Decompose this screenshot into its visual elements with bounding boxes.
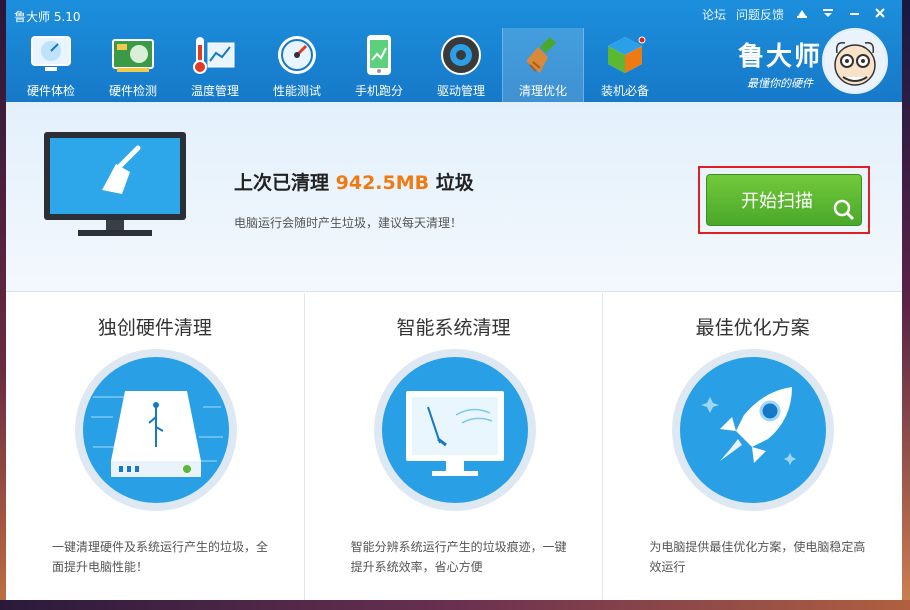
card-illustration xyxy=(672,349,835,511)
nav-item-hardware-detect[interactable]: 硬件检测 xyxy=(92,28,174,102)
avatar[interactable] xyxy=(822,28,888,94)
rocket-icon xyxy=(701,387,797,465)
brand-slogan: 最懂你的硬件 xyxy=(746,77,813,90)
header-bar: 鲁大师 5.10 论坛 问题反馈 硬件体检 硬件检测 温度管理 性能测试 手机跑… xyxy=(6,0,902,102)
hard-drive-usb-icon xyxy=(91,391,223,477)
main-nav: 硬件体检 硬件检测 温度管理 性能测试 手机跑分 驱动管理 清理优化 装机必备 xyxy=(10,28,666,102)
feature-card-system: 智能系统清理 智能分辨系统运行产生的垃圾痕迹，一键提升系统效率，省心方便 xyxy=(305,293,604,600)
last-cleanup-title: 上次已清理 942.5MB 垃圾 xyxy=(234,168,474,195)
card-description: 为电脑提供最佳优化方案，使电脑稳定高效运行 xyxy=(649,540,866,574)
cleanup-tip: 电脑运行会随时产生垃圾，建议每天清理！ xyxy=(234,216,463,230)
monitor-sweep-icon xyxy=(405,391,504,476)
cleaned-size: 942.5MB xyxy=(335,172,430,194)
minimize-icon[interactable] xyxy=(846,7,862,23)
card-illustration xyxy=(373,349,536,511)
card-title: 独创硬件清理 xyxy=(97,317,212,339)
nav-item-driver[interactable]: 驱动管理 xyxy=(420,28,502,102)
search-icon xyxy=(833,199,855,221)
desktop-background-bottom xyxy=(0,600,910,610)
nav-item-cleanup[interactable]: 清理优化 xyxy=(502,28,584,102)
skin-icon[interactable] xyxy=(794,7,810,23)
window-controls: 论坛 问题反馈 xyxy=(702,6,888,23)
package-cube-icon xyxy=(601,32,649,78)
nav-item-performance[interactable]: 性能测试 xyxy=(256,28,338,102)
speedometer-icon xyxy=(273,32,321,78)
start-scan-button[interactable]: 开始扫描 xyxy=(706,174,862,226)
scan-button-highlight: 开始扫描 xyxy=(698,166,870,234)
card-title: 智能系统清理 xyxy=(396,317,511,339)
gear-icon xyxy=(437,32,485,78)
nav-item-hardware-check[interactable]: 硬件体检 xyxy=(10,28,92,102)
window-title: 鲁大师 5.10 xyxy=(14,10,81,24)
phone-icon xyxy=(355,32,403,78)
nav-label: 装机必备 xyxy=(600,84,649,98)
nav-item-phone-score[interactable]: 手机跑分 xyxy=(338,28,420,102)
cleanup-summary-panel: 上次已清理 942.5MB 垃圾 电脑运行会随时产生垃圾，建议每天清理！ 开始扫… xyxy=(6,102,902,292)
nav-label: 硬件检测 xyxy=(108,84,157,98)
nav-label: 手机跑分 xyxy=(354,84,403,98)
title-prefix: 上次已清理 xyxy=(234,172,330,194)
feedback-link[interactable]: 问题反馈 xyxy=(736,6,784,23)
card-title: 最佳优化方案 xyxy=(695,317,810,339)
desktop-background-right xyxy=(902,0,910,610)
brand-logo: 鲁大师 最懂你的硬件 xyxy=(738,36,822,91)
app-window: 鲁大师 5.10 论坛 问题反馈 硬件体检 硬件检测 温度管理 性能测试 手机跑… xyxy=(6,0,902,600)
card-illustration xyxy=(75,349,237,511)
feature-card-hardware: 独创硬件清理 一键清理硬件及系统运行产生的垃圾，全面提升电脑性能！ xyxy=(6,293,305,600)
nav-label: 性能测试 xyxy=(272,84,321,98)
card-description: 一键清理硬件及系统运行产生的垃圾，全面提升电脑性能！ xyxy=(52,540,269,574)
nav-label: 驱动管理 xyxy=(436,84,485,98)
monitor-broom-illustration xyxy=(42,130,188,242)
thermometer-icon xyxy=(191,32,239,78)
nav-label: 清理优化 xyxy=(518,84,567,98)
nav-item-temperature[interactable]: 温度管理 xyxy=(174,28,256,102)
card-description: 智能分辨系统运行产生的垃圾痕迹，一键提升系统效率，省心方便 xyxy=(350,540,567,574)
nav-label: 温度管理 xyxy=(190,84,239,98)
start-scan-label: 开始扫描 xyxy=(741,191,813,212)
brand-name: 鲁大师 xyxy=(737,42,822,72)
broom-icon xyxy=(519,32,567,78)
menu-dropdown-icon[interactable] xyxy=(820,7,836,23)
monitor-check-icon xyxy=(27,32,75,78)
feature-cards: 独创硬件清理 一键清理硬件及系统运行产生的垃圾，全面提升电脑性能！ 智能系统清理… xyxy=(6,293,902,600)
nav-label: 硬件体检 xyxy=(26,84,75,98)
forum-link[interactable]: 论坛 xyxy=(702,6,726,23)
close-icon[interactable] xyxy=(872,7,888,23)
feature-card-optimize: 最佳优化方案 为电脑提供最佳优化方案，使电脑稳定高效运行 xyxy=(603,293,902,600)
nav-item-install-essentials[interactable]: 装机必备 xyxy=(584,28,666,102)
title-suffix: 垃圾 xyxy=(435,172,474,194)
circuit-board-icon xyxy=(109,32,157,78)
